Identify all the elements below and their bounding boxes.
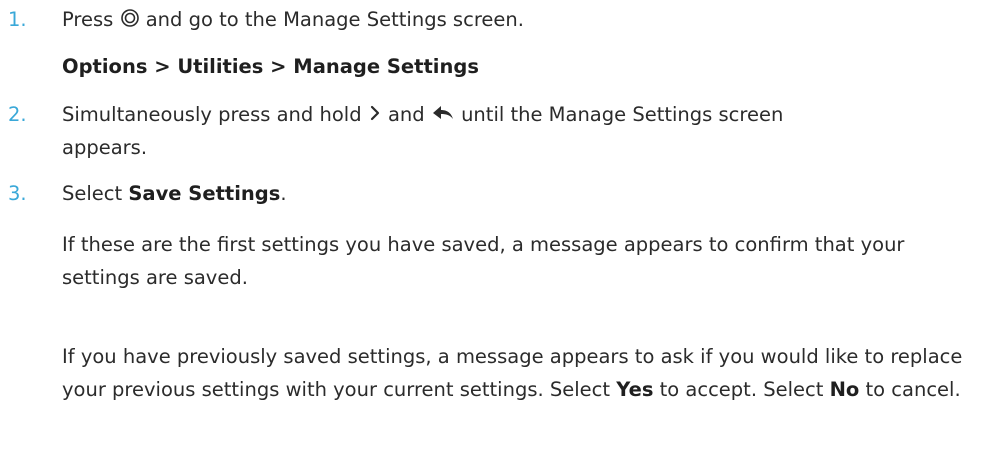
- right-chevron-icon: [368, 103, 382, 128]
- step-3-text-before: Select: [62, 182, 123, 205]
- step-2-text-part3: until the Manage Settings screen: [461, 103, 784, 126]
- step-1-text-after: and go to the Manage Settings screen.: [145, 8, 524, 31]
- step-2-text-part2: and: [387, 103, 425, 126]
- step-2-text-line2: appears.: [62, 136, 148, 159]
- menu-path: Options > Utilities > Manage Settings: [62, 55, 479, 78]
- step-number-3: 3.: [8, 182, 27, 205]
- yes-label: Yes: [616, 378, 654, 401]
- step-3-para-1: If these are the first settings you have…: [62, 233, 905, 289]
- step-3-para-2: If you have previously saved settings, a…: [62, 340, 972, 406]
- step-2-text: Simultaneously press and hold and until …: [62, 103, 783, 128]
- step-1-text-before: Press: [62, 8, 114, 31]
- step-3-para-2-middle: to accept. Select: [659, 378, 824, 401]
- step-number-1: 1.: [8, 8, 27, 31]
- ok-button-icon: [120, 8, 140, 33]
- no-label: No: [829, 378, 860, 401]
- step-number-2: 2.: [8, 103, 27, 126]
- save-settings-label: Save Settings: [128, 182, 281, 205]
- step-2-text-part1: Simultaneously press and hold: [62, 103, 362, 126]
- step-1-text: Press and go to the Manage Settings scre…: [62, 8, 524, 33]
- back-arrow-icon: [431, 103, 455, 128]
- step-3-text-after: .: [280, 182, 287, 205]
- step-3-text: Select Save Settings.: [62, 182, 287, 205]
- step-1-path: Options > Utilities > Manage Settings: [62, 55, 479, 78]
- step-3-para-2-end: to cancel.: [865, 378, 961, 401]
- step-3-para-2-start: If you have previously saved settings, a…: [62, 345, 963, 401]
